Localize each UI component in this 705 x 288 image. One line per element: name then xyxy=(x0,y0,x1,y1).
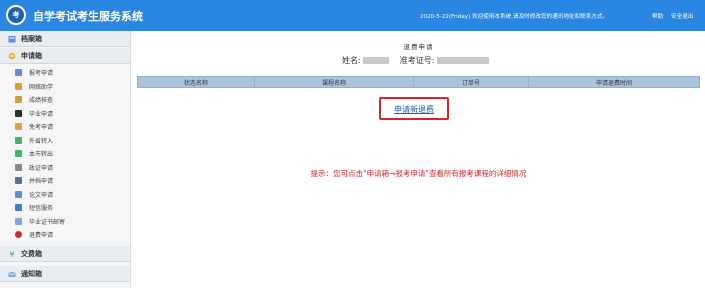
sidebar-section-label: 档案箱 xyxy=(21,35,42,43)
exam-seal-icon: 考 xyxy=(6,5,26,25)
column-header: 状态名称 xyxy=(183,80,208,87)
sidebar-item-label: 短信服务 xyxy=(29,205,54,212)
sidebar-item-certificate-mail[interactable]: 毕业证书邮寄 xyxy=(0,215,130,228)
sidebar-item-label: 论文申请 xyxy=(29,192,54,199)
sidebar-item-refund[interactable]: 退费申请 xyxy=(0,228,130,241)
apply-refund-highlight: 申请新退费 xyxy=(379,97,449,120)
sidebar-item-label: 毕业申请 xyxy=(29,111,54,118)
mail-icon xyxy=(15,218,22,225)
exemption-icon xyxy=(15,123,22,130)
refund-table-header: 状态名称 课程名称 订单号 申请退费时间 xyxy=(137,76,700,88)
sidebar-item-label: 本市转出 xyxy=(29,151,54,158)
page-title: 退费申请 xyxy=(403,43,434,51)
id-redacted xyxy=(437,57,490,64)
notice-box-icon xyxy=(8,271,16,277)
svg-text:¥: ¥ xyxy=(9,250,14,258)
sidebar-item-label: 并档申请 xyxy=(29,178,54,185)
sidebar-item-exam-application[interactable]: 报考申请 xyxy=(0,66,130,79)
sms-icon xyxy=(15,204,22,211)
column-header: 申请退费时间 xyxy=(595,80,632,87)
transfer-out-icon xyxy=(15,150,22,157)
sidebar-section-label: 通知箱 xyxy=(21,270,42,278)
column-header: 课程名称 xyxy=(321,80,346,87)
thesis-icon xyxy=(15,191,22,198)
refund-icon xyxy=(15,231,22,238)
help-link[interactable]: 帮助 xyxy=(652,12,663,20)
name-redacted xyxy=(363,57,390,64)
main-content: 退费申请 姓名: 准考证号: 状态名称 课程名称 订单号 申请退费时间 申请新退… xyxy=(132,31,705,288)
sidebar-item-label: 成绩核查 xyxy=(29,97,54,104)
transfer-in-icon xyxy=(15,137,22,144)
archive-box-icon xyxy=(8,36,16,43)
column-header: 订单号 xyxy=(461,80,480,87)
id-label: 准考证号: xyxy=(399,56,435,65)
apply-new-refund-link[interactable]: 申请新退费 xyxy=(381,104,447,115)
sidebar-section-notice[interactable]: 通知箱 xyxy=(0,266,130,282)
app-title: 自学考试考生服务系统 xyxy=(33,10,143,23)
sidebar-item-graduation[interactable]: 毕业申请 xyxy=(0,107,130,120)
hint-text: 提示：您可点击"申请箱→报考申请"查看所有报考课程的详细情况 xyxy=(310,169,527,178)
sidebar-item-exemption[interactable]: 免考申请 xyxy=(0,120,130,133)
certificate-icon xyxy=(15,164,22,171)
name-label: 姓名: xyxy=(342,56,361,65)
network-study-icon xyxy=(15,83,22,90)
sidebar-item-sms[interactable]: 短信服务 xyxy=(0,201,130,214)
sidebar-item-label: 网络助学 xyxy=(29,84,54,91)
top-header-bar: 考 自学考试考生服务系统 2020-5-22(Friday) 欢迎使用本系统,请… xyxy=(0,0,705,31)
sidebar-item-label: 外省转入 xyxy=(29,138,54,145)
score-check-icon xyxy=(15,96,22,103)
sidebar-item-label: 政证申请 xyxy=(29,165,54,172)
sidebar-item-label: 报考申请 xyxy=(29,70,54,77)
payment-box-icon: ¥ xyxy=(9,250,14,258)
sidebar-item-thesis[interactable]: 论文申请 xyxy=(0,188,130,201)
sidebar: 档案箱 申请箱 报考申请 网络助学 成绩核查 毕业申请 免考申请 外省转入 本市… xyxy=(0,31,131,288)
sidebar-item-label: 毕业证书邮寄 xyxy=(29,219,66,226)
sidebar-section-payment[interactable]: ¥ 交费箱 xyxy=(0,246,130,262)
sidebar-item-transfer-out[interactable]: 本市转出 xyxy=(0,147,130,160)
sidebar-item-label: 退费申请 xyxy=(29,232,54,239)
sidebar-item-label: 免考申请 xyxy=(29,124,54,131)
welcome-notice: 2020-5-22(Friday) 欢迎使用本系统,请及时修改您的通讯地址和联系… xyxy=(420,14,609,20)
sidebar-section-label: 交费箱 xyxy=(21,250,42,258)
sidebar-section-label: 申请箱 xyxy=(21,52,42,60)
sidebar-item-certificate[interactable]: 政证申请 xyxy=(0,161,130,174)
sidebar-item-transfer-in[interactable]: 外省转入 xyxy=(0,134,130,147)
graduation-cap-icon xyxy=(15,110,22,117)
sidebar-item-merge-file[interactable]: 并档申请 xyxy=(0,174,130,187)
sidebar-item-network-study[interactable]: 网络助学 xyxy=(0,80,130,93)
sidebar-section-application[interactable]: 申请箱 xyxy=(0,48,130,64)
sidebar-section-archive[interactable]: 档案箱 xyxy=(0,31,130,47)
sidebar-item-score-check[interactable]: 成绩核查 xyxy=(0,93,130,106)
logout-link[interactable]: 安全退出 xyxy=(671,12,693,20)
candidate-info: 姓名: 准考证号: xyxy=(342,55,490,66)
document-icon xyxy=(15,69,22,76)
application-box-icon xyxy=(8,52,16,60)
merge-file-icon xyxy=(15,177,22,184)
